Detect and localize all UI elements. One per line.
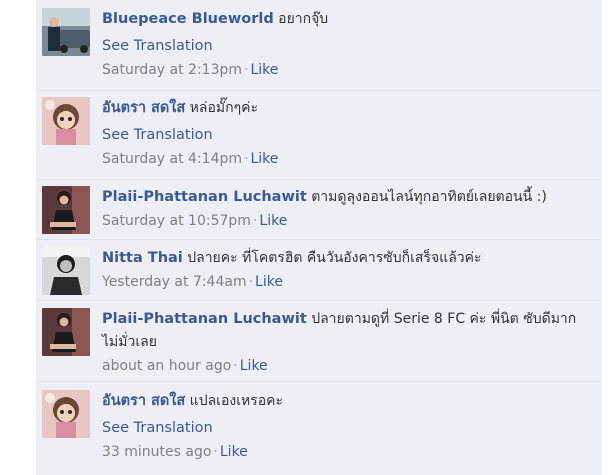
- comment-meta: Saturday at 4:14pm · Like: [102, 147, 597, 171]
- comment-text: อยากจุ๊บ: [278, 11, 329, 27]
- author-link[interactable]: อันตรา สดใส: [102, 393, 185, 409]
- man-with-car-photo: [42, 8, 90, 56]
- avatar[interactable]: [42, 97, 90, 145]
- author-link[interactable]: Bluepeace Blueworld: [102, 11, 274, 27]
- woman-bw-photo: [42, 247, 90, 295]
- separator-dot: ·: [233, 358, 238, 374]
- divider: [36, 381, 601, 382]
- comment-meta: Saturday at 10:57pm · Like: [102, 209, 597, 233]
- author-link[interactable]: Plaii-Phattanan Luchawit: [102, 189, 307, 205]
- comment-meta: Saturday at 2:13pm · Like: [102, 58, 597, 82]
- like-link[interactable]: Like: [220, 444, 248, 460]
- comment: อันตรา สดใส หล่อมั๊กๆค่ะ See Translation…: [36, 97, 601, 177]
- comment: อันตรา สดใส แปลเองเหรอคะ See Translation…: [36, 390, 601, 470]
- divider: [36, 179, 601, 180]
- comment: Plaii-Phattanan Luchawit ปลายตามดูที่ Se…: [36, 308, 601, 378]
- timestamp[interactable]: about an hour ago: [102, 358, 231, 374]
- author-link[interactable]: Plaii-Phattanan Luchawit: [102, 311, 307, 327]
- comment-text: หล่อมั๊กๆค่ะ: [189, 100, 258, 116]
- comment: Bluepeace Blueworld อยากจุ๊บ See Transla…: [36, 8, 601, 88]
- comment: Nitta Thai ปลายคะ ที่โคตรฮิต คืนวันอังคา…: [36, 247, 601, 297]
- comment: Plaii-Phattanan Luchawit ตามดูลุงออนไลน์…: [36, 186, 601, 236]
- like-link[interactable]: Like: [250, 62, 278, 78]
- like-link[interactable]: Like: [250, 151, 278, 167]
- avatar[interactable]: [42, 247, 90, 295]
- timestamp[interactable]: Saturday at 4:14pm: [102, 151, 242, 167]
- comment-text: ตามดูลุงออนไลน์ทุกอาทิตย์เลยตอนนี้ :): [311, 189, 547, 205]
- avatar[interactable]: [42, 186, 90, 234]
- see-translation-link[interactable]: See Translation: [102, 34, 597, 58]
- timestamp[interactable]: 33 minutes ago: [102, 444, 211, 460]
- divider: [36, 90, 601, 91]
- comment-text: ปลายคะ ที่โคตรฮิต คืนวันอังคารซับก็เสร็จ…: [187, 250, 482, 266]
- see-translation-link[interactable]: See Translation: [102, 416, 597, 440]
- author-link[interactable]: Nitta Thai: [102, 250, 183, 266]
- doll-photo: [42, 390, 90, 438]
- divider: [36, 300, 601, 301]
- author-link[interactable]: อันตรา สดใส: [102, 100, 185, 116]
- left-margin: [0, 0, 36, 475]
- separator-dot: ·: [213, 444, 218, 460]
- like-link[interactable]: Like: [259, 213, 287, 229]
- comment-text: ปลายตามดูที่ Serie 8 FC ค่ะ พี่นิต ซับดี…: [311, 311, 577, 327]
- see-translation-link[interactable]: See Translation: [102, 123, 597, 147]
- woman-seated-photo: [42, 186, 90, 234]
- divider: [36, 239, 601, 240]
- doll-photo: [42, 97, 90, 145]
- timestamp[interactable]: Saturday at 2:13pm: [102, 62, 242, 78]
- avatar[interactable]: [42, 308, 90, 356]
- comment-text-continued: ไม่มั่วเลย: [102, 334, 157, 350]
- woman-seated-photo: [42, 308, 90, 356]
- comment-meta: about an hour ago · Like: [102, 354, 597, 378]
- right-margin: [601, 0, 608, 475]
- comment-text: แปลเองเหรอคะ: [189, 393, 284, 409]
- comment-meta: 33 minutes ago · Like: [102, 440, 597, 464]
- comment-meta: Yesterday at 7:44am · Like: [102, 270, 597, 294]
- like-link[interactable]: Like: [255, 274, 283, 290]
- avatar[interactable]: [42, 390, 90, 438]
- timestamp[interactable]: Yesterday at 7:44am: [102, 274, 247, 290]
- timestamp[interactable]: Saturday at 10:57pm: [102, 213, 251, 229]
- separator-dot: ·: [248, 274, 254, 290]
- avatar[interactable]: [42, 8, 90, 56]
- comment-thread: Bluepeace Blueworld อยากจุ๊บ See Transla…: [0, 0, 608, 475]
- like-link[interactable]: Like: [240, 358, 268, 374]
